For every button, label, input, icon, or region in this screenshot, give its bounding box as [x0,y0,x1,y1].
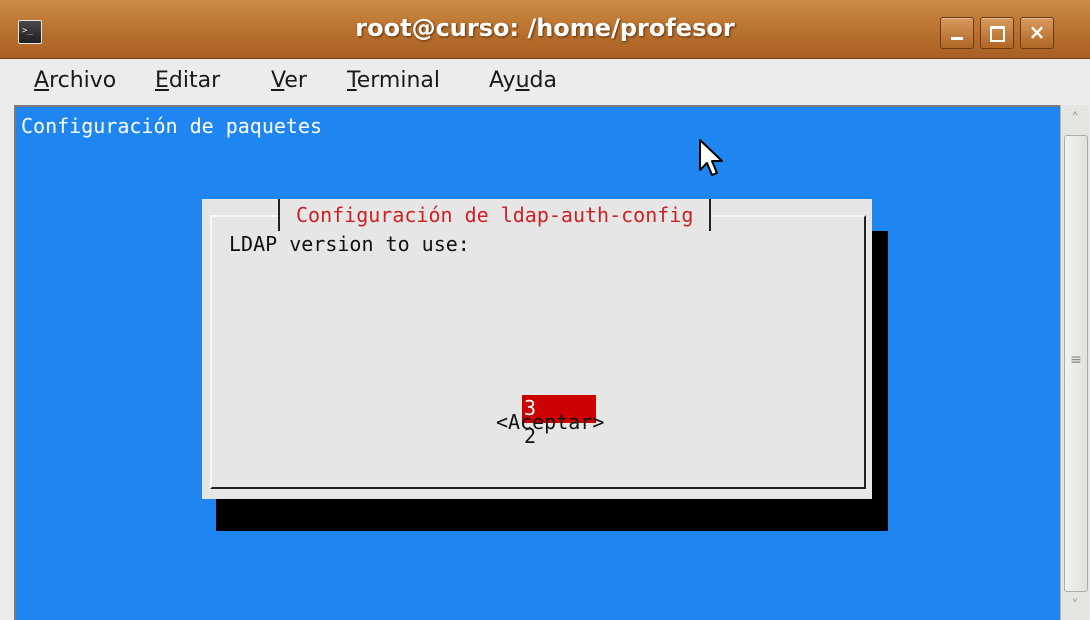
menu-bar: Archivo Editar Ver Terminal Ayuda [0,59,1090,103]
vertical-scrollbar[interactable]: ˄ ≡ ˅ [1060,105,1089,620]
dialog-prompt: LDAP version to use: [229,232,470,256]
minimize-icon [951,37,963,40]
dialog-title: Configuración de ldap-auth-config [278,199,712,231]
menu-editar[interactable]: Editar [155,68,220,94]
minimize-button[interactable] [940,17,974,49]
maximize-button[interactable] [980,17,1014,49]
scroll-down-icon[interactable]: ˅ [1061,592,1089,620]
maximize-icon [990,26,1005,42]
terminal-area[interactable]: Configuración de paquetes Configuración … [14,105,1060,620]
scroll-up-icon[interactable]: ˄ [1061,105,1089,133]
grip-icon: ≡ [1070,352,1082,368]
window-title: root@curso: /home/profesor [355,14,735,42]
close-icon: × [1028,20,1046,44]
arrow-cursor-icon [699,139,723,176]
backtitle: Configuración de paquetes [21,114,323,138]
title-bar[interactable]: >_ root@curso: /home/profesor × [0,0,1090,59]
menu-archivo[interactable]: Archivo [34,68,116,94]
terminal-window: >_ root@curso: /home/profesor × Archivo … [0,0,1090,620]
config-dialog: Configuración de ldap-auth-config LDAP v… [202,199,872,499]
menu-terminal[interactable]: Terminal [347,68,440,94]
menu-ver[interactable]: Ver [271,68,307,94]
accept-button[interactable]: <Aceptar> [496,409,604,435]
close-button[interactable]: × [1020,17,1054,49]
scroll-thumb[interactable]: ≡ [1064,135,1088,592]
menu-ayuda[interactable]: Ayuda [489,68,557,94]
